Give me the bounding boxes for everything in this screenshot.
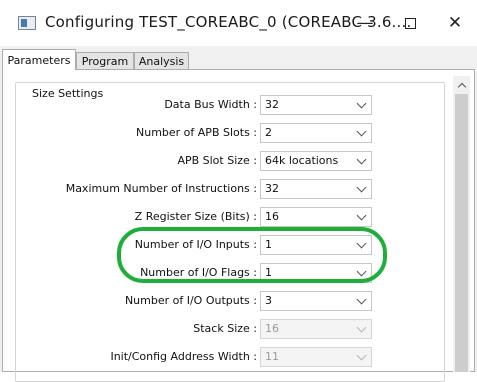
dialog-content: Parameters Program Analysis Size Setting…	[0, 46, 477, 382]
setting-label: Maximum Number of Instructions :	[65, 182, 257, 195]
combo-value: 32	[265, 98, 279, 111]
chevron-down-icon	[356, 350, 367, 361]
chevron-down-icon	[356, 98, 367, 109]
io-outputs-select[interactable]: 3	[260, 291, 372, 311]
init-config-address-width-select: 11	[260, 347, 372, 367]
io-flags-select[interactable]: 1	[260, 263, 372, 283]
apb-slot-size-select[interactable]: 64k locations	[260, 151, 372, 171]
combo-value: 1	[265, 266, 272, 279]
maximize-icon	[404, 17, 416, 29]
stack-size-select: 16	[260, 319, 372, 339]
vertical-scrollbar[interactable]	[453, 76, 470, 372]
tab-program[interactable]: Program	[76, 52, 134, 69]
parameters-panel: Size Settings Data Bus Width : 32 Number…	[2, 69, 475, 382]
combo-value: 64k locations	[265, 154, 339, 167]
tab-bar: Parameters Program Analysis	[0, 49, 477, 70]
max-instructions-select[interactable]: 32	[260, 179, 372, 199]
setting-row-apb-slot-size: APB Slot Size : 64k locations	[3, 151, 383, 171]
combo-value: 16	[265, 322, 279, 335]
chevron-down-icon	[356, 238, 367, 249]
minimize-icon: —	[356, 13, 374, 33]
z-register-size-select[interactable]: 16	[260, 207, 372, 227]
chevron-down-icon	[356, 154, 367, 165]
title-bar[interactable]: Configuring TEST_COREABC_0 (COREABC 3.6.…	[0, 0, 477, 46]
combo-value: 32	[265, 182, 279, 195]
tab-analysis[interactable]: Analysis	[134, 52, 189, 69]
chevron-down-icon	[356, 322, 367, 333]
chevron-up-icon	[457, 82, 466, 91]
scroll-up-button[interactable]	[453, 76, 470, 93]
chevron-down-icon	[356, 294, 367, 305]
close-icon: ✕	[447, 13, 463, 33]
setting-row-max-instructions: Maximum Number of Instructions : 32	[3, 179, 383, 199]
setting-row-init-config-address-width: Init/Config Address Width : 11	[3, 347, 383, 367]
chevron-down-icon	[356, 126, 367, 137]
setting-label: Number of I/O Outputs :	[124, 294, 257, 307]
setting-row-z-register-size: Z Register Size (Bits) : 16	[3, 207, 383, 227]
chevron-down-icon	[356, 266, 367, 277]
combo-value: 11	[265, 350, 279, 363]
setting-label: Number of I/O Flags :	[140, 266, 257, 279]
apb-slots-select[interactable]: 2	[260, 123, 372, 143]
chevron-down-icon	[356, 182, 367, 193]
setting-row-io-flags: Number of I/O Flags : 1	[3, 263, 383, 283]
combo-value: 2	[265, 126, 272, 139]
combo-value: 3	[265, 294, 272, 307]
setting-label: Number of APB Slots :	[136, 126, 257, 139]
chevron-down-icon	[356, 210, 367, 221]
io-inputs-select[interactable]: 1	[260, 235, 372, 255]
combo-value: 1	[265, 238, 272, 251]
setting-label: Stack Size :	[193, 322, 257, 335]
scroll-thumb[interactable]	[455, 94, 468, 372]
combo-value: 16	[265, 210, 279, 223]
app-window-icon	[18, 16, 36, 30]
tab-parameters[interactable]: Parameters	[2, 49, 76, 70]
maximize-button[interactable]	[388, 6, 432, 40]
setting-row-io-outputs: Number of I/O Outputs : 3	[3, 291, 383, 311]
setting-row-data-bus-width: Data Bus Width : 32	[3, 95, 383, 115]
setting-row-apb-slots: Number of APB Slots : 2	[3, 123, 383, 143]
setting-row-stack-size: Stack Size : 16	[3, 319, 383, 339]
data-bus-width-select[interactable]: 32	[260, 95, 372, 115]
setting-row-io-inputs: Number of I/O Inputs : 1	[3, 235, 383, 255]
setting-label: Data Bus Width :	[164, 98, 257, 111]
minimize-button[interactable]: —	[343, 6, 387, 40]
setting-label: Init/Config Address Width :	[110, 350, 257, 363]
setting-label: APB Slot Size :	[177, 154, 257, 167]
close-button[interactable]: ✕	[433, 6, 477, 40]
setting-label: Number of I/O Inputs :	[134, 238, 257, 251]
setting-label: Z Register Size (Bits) :	[134, 210, 257, 223]
